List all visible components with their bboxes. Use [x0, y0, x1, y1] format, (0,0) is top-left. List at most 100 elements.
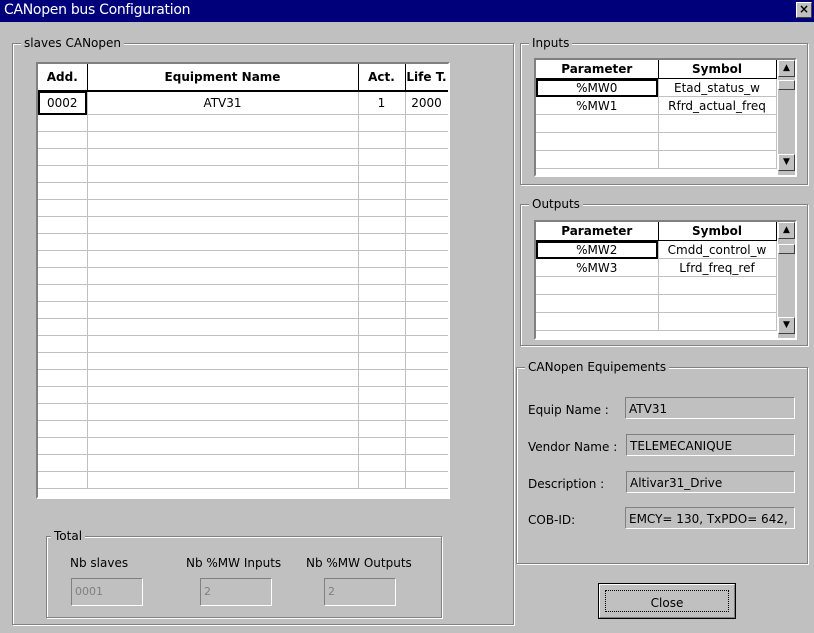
empty-cell[interactable] — [87, 216, 359, 234]
empty-cell[interactable] — [87, 114, 359, 132]
empty-cell[interactable] — [38, 369, 88, 387]
empty-cell[interactable] — [87, 403, 359, 421]
outputs-parameter-cell[interactable]: %MW3 — [536, 258, 659, 277]
empty-cell[interactable] — [358, 471, 406, 489]
inputs-scrollbar[interactable]: ▲ ▼ — [778, 60, 795, 175]
empty-cell[interactable] — [405, 182, 448, 200]
empty-cell[interactable] — [87, 420, 359, 438]
empty-cell[interactable] — [405, 114, 448, 132]
slave-row-empty[interactable] — [38, 352, 448, 370]
empty-cell[interactable] — [38, 114, 88, 132]
slave-row-empty[interactable] — [38, 182, 448, 200]
empty-cell[interactable] — [38, 437, 88, 455]
outputs-header-parameter[interactable]: Parameter — [536, 222, 659, 241]
empty-cell[interactable] — [536, 114, 659, 133]
empty-cell[interactable] — [405, 199, 448, 217]
empty-cell[interactable] — [405, 165, 448, 183]
empty-cell[interactable] — [405, 386, 448, 404]
empty-cell[interactable] — [405, 420, 448, 438]
empty-cell[interactable] — [358, 318, 406, 336]
empty-cell[interactable] — [658, 150, 777, 169]
empty-cell[interactable] — [358, 267, 406, 285]
empty-cell[interactable] — [38, 454, 88, 472]
empty-cell[interactable] — [87, 284, 359, 302]
empty-cell[interactable] — [405, 335, 448, 353]
empty-cell[interactable] — [405, 250, 448, 268]
slave-row-empty[interactable] — [38, 148, 448, 166]
inputs-scroll-up-icon[interactable]: ▲ — [778, 60, 795, 77]
outputs-header-symbol[interactable]: Symbol — [658, 222, 777, 241]
empty-cell[interactable] — [358, 233, 406, 251]
empty-cell[interactable] — [38, 318, 88, 336]
slave-row-empty[interactable] — [38, 318, 448, 336]
empty-cell[interactable] — [87, 335, 359, 353]
inputs-row[interactable]: %MW0 Etad_status_w — [536, 78, 777, 97]
empty-cell[interactable] — [87, 318, 359, 336]
empty-cell[interactable] — [405, 352, 448, 370]
slave-row-empty[interactable] — [38, 454, 448, 472]
empty-cell[interactable] — [358, 454, 406, 472]
column-header-address[interactable]: Add. — [38, 64, 88, 92]
empty-cell[interactable] — [38, 352, 88, 370]
empty-cell[interactable] — [87, 250, 359, 268]
empty-cell[interactable] — [358, 165, 406, 183]
empty-cell[interactable] — [405, 131, 448, 149]
empty-cell[interactable] — [87, 131, 359, 149]
inputs-scroll-thumb[interactable] — [778, 80, 795, 90]
empty-cell[interactable] — [405, 318, 448, 336]
outputs-row-empty[interactable] — [536, 276, 777, 295]
empty-cell[interactable] — [358, 352, 406, 370]
empty-cell[interactable] — [405, 471, 448, 489]
inputs-header-parameter[interactable]: Parameter — [536, 60, 659, 79]
slave-row-empty[interactable] — [38, 420, 448, 438]
empty-cell[interactable] — [405, 454, 448, 472]
empty-cell[interactable] — [358, 114, 406, 132]
empty-cell[interactable] — [38, 233, 88, 251]
empty-cell[interactable] — [87, 386, 359, 404]
empty-cell[interactable] — [358, 131, 406, 149]
empty-cell[interactable] — [38, 131, 88, 149]
column-header-active[interactable]: Act. — [358, 64, 406, 92]
outputs-symbol-cell[interactable]: Cmdd_control_w — [658, 240, 777, 259]
empty-cell[interactable] — [658, 312, 777, 331]
slave-row-empty[interactable] — [38, 403, 448, 421]
inputs-row-empty[interactable] — [536, 132, 777, 151]
empty-cell[interactable] — [358, 403, 406, 421]
slave-row-empty[interactable] — [38, 471, 448, 489]
empty-cell[interactable] — [358, 216, 406, 234]
inputs-symbol-cell[interactable]: Rfrd_actual_freq — [658, 96, 777, 115]
slave-life-time-cell[interactable]: 2000 — [405, 91, 448, 115]
empty-cell[interactable] — [658, 276, 777, 295]
outputs-scroll-up-icon[interactable]: ▲ — [778, 222, 795, 239]
outputs-row-empty[interactable] — [536, 294, 777, 313]
column-header-life-time[interactable]: Life T. — [405, 64, 448, 92]
slave-row-empty[interactable] — [38, 114, 448, 132]
empty-cell[interactable] — [358, 148, 406, 166]
outputs-parameter-cell[interactable]: %MW2 — [536, 240, 659, 259]
empty-cell[interactable] — [38, 182, 88, 200]
slave-row-empty[interactable] — [38, 369, 448, 387]
empty-cell[interactable] — [358, 284, 406, 302]
outputs-scroll-thumb[interactable] — [778, 244, 795, 254]
empty-cell[interactable] — [87, 369, 359, 387]
empty-cell[interactable] — [38, 250, 88, 268]
slave-row[interactable]: 0002 ATV31 1 2000 — [38, 91, 448, 115]
empty-cell[interactable] — [87, 267, 359, 285]
empty-cell[interactable] — [87, 233, 359, 251]
inputs-row-empty[interactable] — [536, 150, 777, 169]
empty-cell[interactable] — [38, 301, 88, 319]
empty-cell[interactable] — [38, 148, 88, 166]
empty-cell[interactable] — [536, 312, 659, 331]
empty-cell[interactable] — [87, 352, 359, 370]
empty-cell[interactable] — [405, 369, 448, 387]
slave-row-empty[interactable] — [38, 131, 448, 149]
slave-row-empty[interactable] — [38, 267, 448, 285]
window-close-button[interactable]: × — [796, 2, 812, 18]
slave-row-empty[interactable] — [38, 284, 448, 302]
outputs-row[interactable]: %MW2 Cmdd_control_w — [536, 240, 777, 259]
slave-row-empty[interactable] — [38, 199, 448, 217]
empty-cell[interactable] — [87, 301, 359, 319]
inputs-header-symbol[interactable]: Symbol — [658, 60, 777, 79]
empty-cell[interactable] — [87, 148, 359, 166]
slave-active-cell[interactable]: 1 — [358, 91, 406, 115]
